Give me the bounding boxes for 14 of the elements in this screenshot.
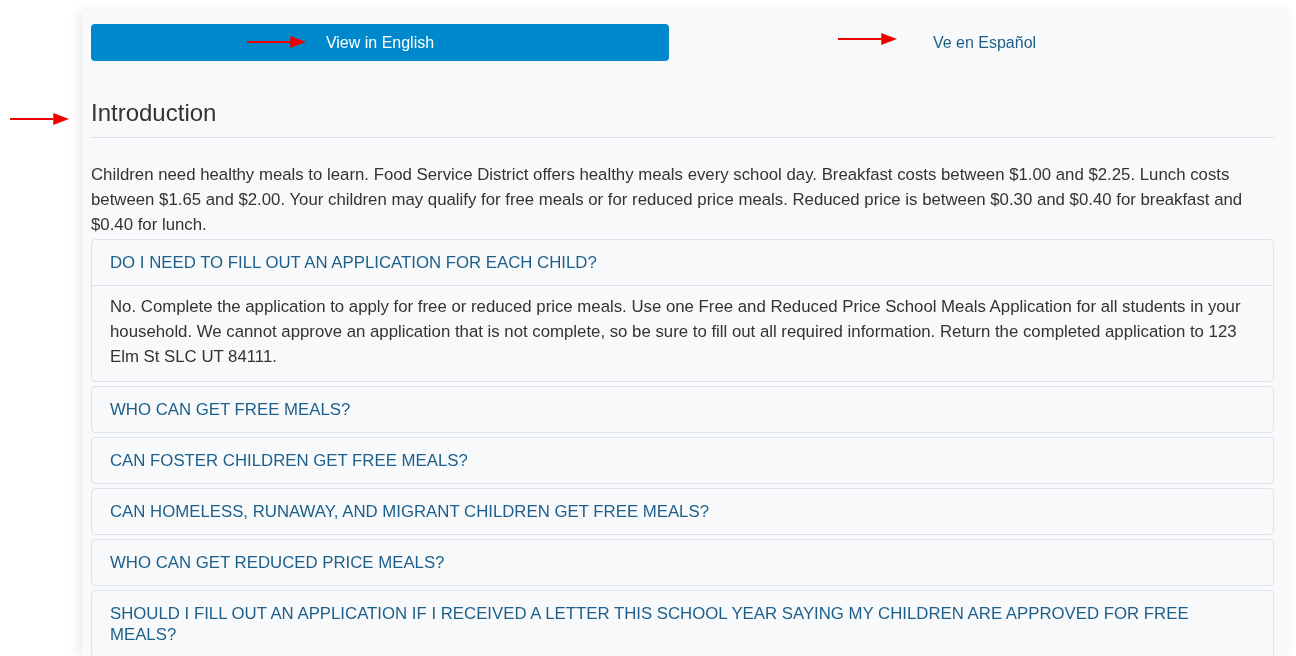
annotation-arrow-icon xyxy=(10,113,69,125)
section-heading: Introduction xyxy=(91,99,1274,138)
accordion-header[interactable]: SHOULD I FILL OUT AN APPLICATION IF I RECEIVED A LETTER THIS SCHOOL YEAR SAYING MY CHILDREN ARE APPROVED FOR FREE MEALS? xyxy=(92,591,1273,656)
language-button[interactable]: View in English xyxy=(91,24,669,61)
accordion-header[interactable]: CAN FOSTER CHILDREN GET FREE MEALS? xyxy=(92,438,1273,483)
accordion-header[interactable]: DO I NEED TO FILL OUT AN APPLICATION FOR EACH CHILD? xyxy=(92,240,1273,285)
accordion-answer: No. Complete the application to apply for free or reduced price meals. Use one Free and Reduced Price School Meals Application for all students in your household. We cannot approve an application that is not complete, so be sure to fill out all required information. Return the completed application to 123 Elm St SLC UT 84111. xyxy=(92,285,1273,381)
annotation-arrow-icon xyxy=(838,33,897,45)
accordion-header[interactable]: CAN HOMELESS, RUNAWAY, AND MIGRANT CHILDREN GET FREE MEALS? xyxy=(92,489,1273,534)
accordion-header[interactable]: WHO CAN GET FREE MEALS? xyxy=(92,387,1273,432)
accordion-header[interactable]: WHO CAN GET REDUCED PRICE MEALS? xyxy=(92,540,1273,585)
annotation-arrow-icon xyxy=(247,36,306,48)
language-link[interactable]: Ve en Español xyxy=(932,33,1037,52)
intro-paragraph: Children need healthy meals to learn. Food Service District offers healthy meals every school day. Breakfast costs between $1.00 and $2.25. Lunch costs between $1.65 and $2.00. Your children may qualify for free meals or for reduced price meals. Reduced price is between $0.30 and $0.40 for breakfast and $0.40 for lunch. xyxy=(91,164,1244,236)
